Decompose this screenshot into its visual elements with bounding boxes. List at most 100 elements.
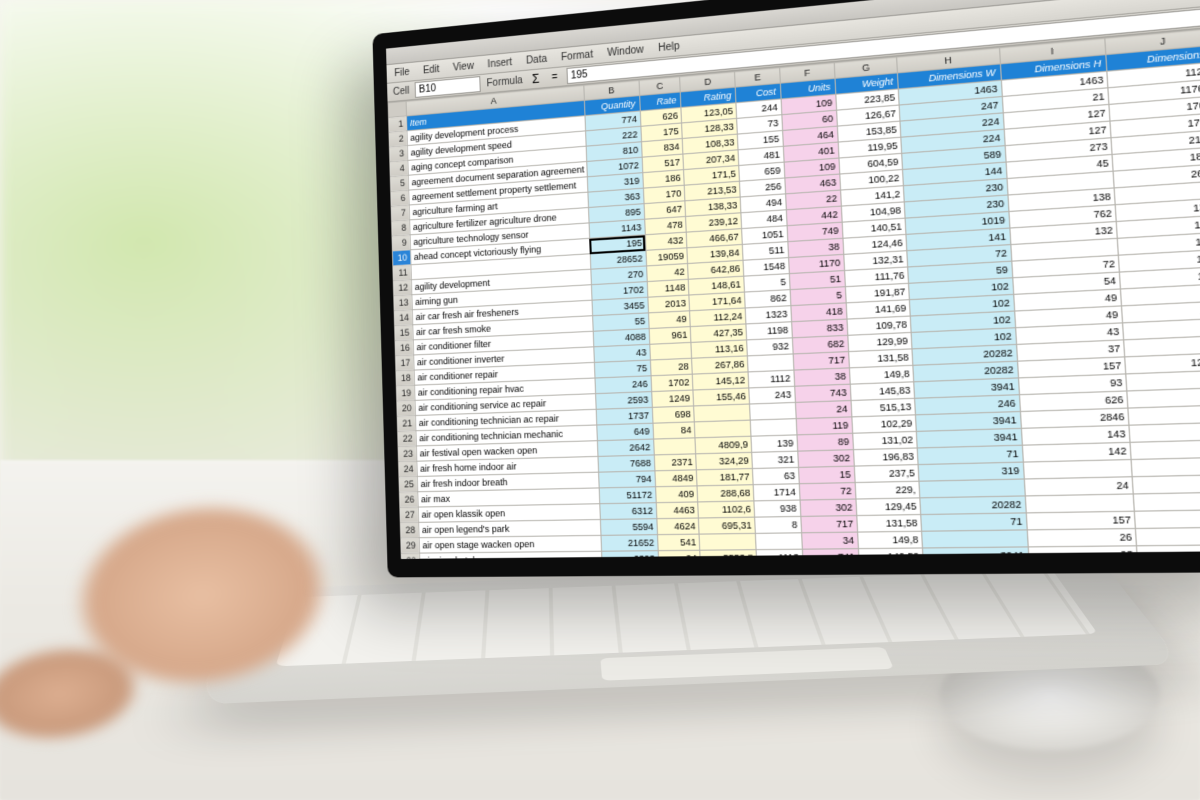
cell[interactable]: 237,5 xyxy=(854,465,919,483)
row-header[interactable]: 27 xyxy=(400,507,419,523)
cell[interactable]: 196,83 xyxy=(854,448,919,466)
row-header[interactable]: 16 xyxy=(395,340,413,356)
cell[interactable] xyxy=(748,354,794,372)
cell[interactable]: 273,08 xyxy=(1127,387,1200,408)
row-header[interactable]: 2 xyxy=(389,131,407,147)
cell[interactable] xyxy=(751,419,797,437)
cell[interactable]: 26 xyxy=(1027,528,1137,546)
cell[interactable]: 717 xyxy=(801,516,858,533)
cell[interactable]: 8 xyxy=(755,516,802,533)
cell[interactable] xyxy=(922,530,1028,548)
row-header[interactable]: 12 xyxy=(393,280,411,296)
cell[interactable]: 129,45 xyxy=(856,498,921,516)
cell[interactable]: 107,75 xyxy=(1130,439,1200,459)
row-header[interactable]: 20 xyxy=(397,400,415,416)
cell[interactable] xyxy=(1025,494,1135,513)
cell[interactable]: 649 xyxy=(597,423,654,440)
cell[interactable]: 51172 xyxy=(599,487,656,504)
row-header[interactable]: 26 xyxy=(399,492,418,508)
cell[interactable]: 932 xyxy=(747,338,793,356)
cell[interactable]: 4849 xyxy=(655,470,698,487)
cell[interactable]: 149,8 xyxy=(858,531,923,548)
cell[interactable] xyxy=(695,420,752,438)
cell[interactable] xyxy=(750,402,796,420)
cell[interactable]: 3941 xyxy=(923,547,1029,559)
row-header[interactable]: 23 xyxy=(398,446,417,462)
cell[interactable]: 4463 xyxy=(656,502,699,519)
row-header[interactable]: 1 xyxy=(388,116,406,132)
cell[interactable] xyxy=(1132,474,1200,494)
cell[interactable]: 6303 xyxy=(601,551,658,559)
cell[interactable]: 71 xyxy=(921,513,1027,531)
cell[interactable]: 741 xyxy=(802,549,859,559)
cell[interactable]: 541 xyxy=(657,534,700,551)
row-header[interactable]: 3 xyxy=(389,146,407,162)
cell[interactable]: 7688 xyxy=(598,455,655,472)
cell[interactable]: 273,08 xyxy=(1137,545,1200,559)
row-header[interactable]: 18 xyxy=(396,370,414,386)
cell[interactable]: 409 xyxy=(655,486,698,503)
row-header[interactable]: 14 xyxy=(394,310,412,326)
cell[interactable]: 698 xyxy=(652,406,695,423)
cell[interactable]: 84 xyxy=(653,422,696,439)
cell[interactable]: 93 xyxy=(1028,546,1138,559)
row-header[interactable]: 28 xyxy=(400,522,419,538)
cell[interactable]: 2642 xyxy=(597,439,654,456)
row-header[interactable]: 6 xyxy=(391,190,409,206)
menu-insert[interactable]: Insert xyxy=(487,57,512,70)
cell[interactable]: 102,29 xyxy=(852,415,917,433)
sigma-icon[interactable]: Σ xyxy=(528,71,542,86)
cell[interactable]: 1102,6 xyxy=(698,501,755,518)
cell[interactable]: 117,24 xyxy=(1134,492,1200,511)
cell[interactable]: 72 xyxy=(799,483,856,501)
cell[interactable]: air view hotel xyxy=(419,551,602,559)
cell[interactable] xyxy=(654,438,697,455)
cell[interactable]: 131,02 xyxy=(853,431,918,449)
cell[interactable]: 89 xyxy=(797,433,853,451)
row-header[interactable]: 15 xyxy=(395,325,413,341)
cell[interactable]: 34 xyxy=(802,532,859,549)
cell[interactable]: 938 xyxy=(754,500,801,517)
cell[interactable] xyxy=(650,342,692,360)
cell[interactable]: 12918,47 xyxy=(1136,527,1200,546)
cell[interactable]: 63 xyxy=(753,467,799,484)
cell[interactable]: 139 xyxy=(751,435,797,452)
cell[interactable]: 1714 xyxy=(754,484,800,501)
cell[interactable]: 5594 xyxy=(600,519,657,536)
row-header[interactable]: 19 xyxy=(396,385,414,401)
row-header[interactable]: 17 xyxy=(395,355,413,371)
cell[interactable]: 157 xyxy=(1026,511,1136,530)
row-header[interactable]: 13 xyxy=(394,295,412,311)
cell[interactable]: 1249 xyxy=(652,390,694,407)
cell[interactable]: 4809,9 xyxy=(695,436,752,454)
cell[interactable]: air open stage wacken open xyxy=(419,535,602,553)
row-header[interactable]: 30 xyxy=(401,553,420,559)
cell[interactable]: 119 xyxy=(796,417,852,435)
select-all-corner[interactable] xyxy=(388,101,406,117)
cell[interactable]: 181,77 xyxy=(697,468,754,485)
cell[interactable]: 5553,8 xyxy=(700,550,757,559)
row-header[interactable]: 22 xyxy=(398,431,417,447)
cell[interactable]: 695,31 xyxy=(699,517,756,534)
cell[interactable]: 1113 xyxy=(757,549,804,559)
cell[interactable]: 229, xyxy=(855,481,920,499)
cell[interactable]: 321 xyxy=(752,451,798,468)
cell[interactable]: 94 xyxy=(658,550,701,559)
cell[interactable]: 138,46 xyxy=(1129,422,1200,443)
cell[interactable]: 140,59 xyxy=(858,548,923,559)
spreadsheet-grid[interactable]: A B C D E F G H I J 1ItemQuantityRateRat… xyxy=(388,27,1200,559)
row-header[interactable]: 9 xyxy=(392,235,410,251)
menu-format[interactable]: Format xyxy=(561,49,593,63)
row-header[interactable]: 10 xyxy=(392,250,410,266)
cell[interactable]: 794 xyxy=(598,471,655,488)
cell[interactable]: 262,37 xyxy=(1128,404,1200,425)
cell[interactable]: 275,68 xyxy=(1135,509,1200,528)
cell[interactable]: 20282 xyxy=(920,496,1026,515)
row-header[interactable]: 8 xyxy=(391,220,409,236)
cell[interactable]: 288,68 xyxy=(697,485,754,502)
row-header[interactable]: 5 xyxy=(390,175,408,191)
cell[interactable]: 302 xyxy=(798,450,855,468)
cell[interactable]: 155,46 xyxy=(693,388,750,406)
cell[interactable]: 2371 xyxy=(654,454,697,471)
menu-view[interactable]: View xyxy=(453,60,474,73)
